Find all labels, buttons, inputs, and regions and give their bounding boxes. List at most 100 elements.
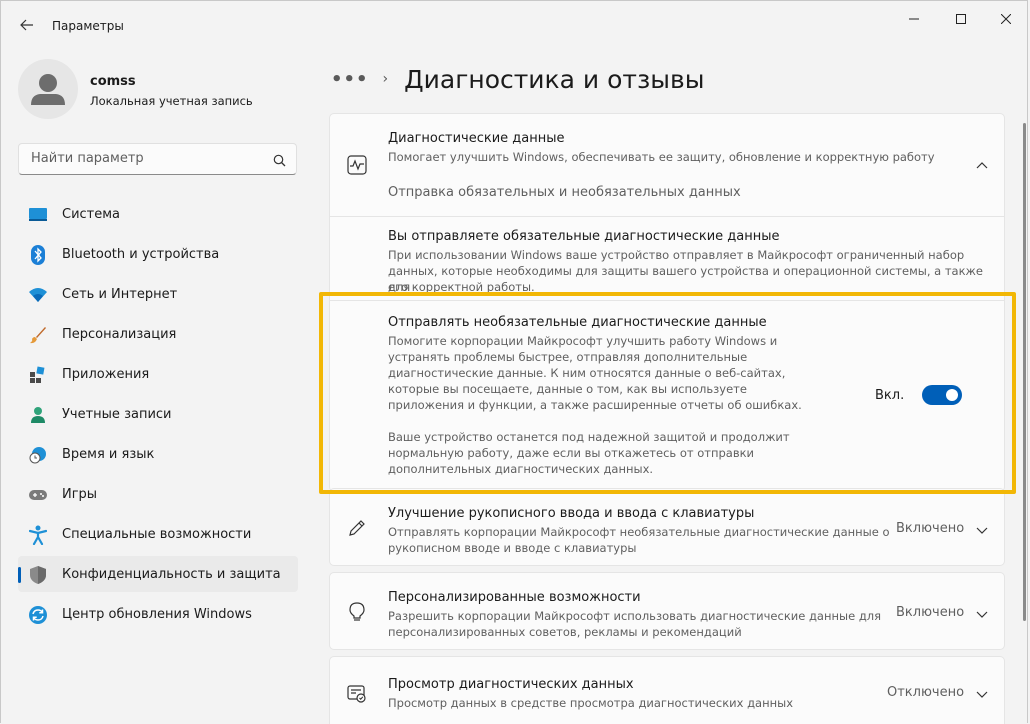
sidebar-item-label: Персонализация: [62, 327, 177, 342]
breadcrumb-overflow-button[interactable]: •••: [331, 69, 369, 90]
accessibility-icon: [28, 525, 48, 545]
account-icon: [28, 405, 48, 425]
brush-icon: [28, 325, 48, 345]
data-viewer-icon: [346, 683, 368, 705]
optional-data-toggle-label: Вкл.: [875, 388, 905, 403]
required-data-title: Вы отправляете обязательные диагностичес…: [388, 229, 780, 244]
apps-icon: [28, 365, 48, 385]
required-data-line: его корректной работы.: [388, 280, 535, 294]
viewer-status: Отключено: [887, 685, 965, 700]
optional-data-line: приложения и функции, а также расширенны…: [388, 398, 802, 412]
chevron-down-icon[interactable]: [974, 607, 990, 623]
optional-data-note-line: дополнительных диагностических данных.: [388, 462, 654, 476]
sidebar-item-windows-update[interactable]: Центр обновления Windows: [18, 596, 298, 632]
sidebar-item-personalization[interactable]: Персонализация: [18, 316, 298, 352]
optional-data-line: устранять проблемы быстрее, отправляя до…: [388, 350, 748, 364]
tailored-experiences-card[interactable]: Персонализированные возможности Разрешит…: [329, 572, 1005, 650]
sidebar-item-accessibility[interactable]: Специальные возможности: [18, 516, 298, 552]
wifi-icon: [28, 285, 48, 305]
tailored-description-line: Разрешить корпорации Майкрософт использо…: [388, 609, 882, 623]
pen-icon: [346, 517, 368, 539]
clock-globe-icon: [28, 445, 48, 465]
chevron-up-icon[interactable]: [974, 157, 990, 173]
minimize-button[interactable]: [891, 1, 937, 37]
minimize-icon: [909, 18, 919, 20]
tailored-status: Включено: [896, 605, 965, 620]
chevron-down-icon[interactable]: [974, 523, 990, 539]
update-icon: [28, 605, 48, 625]
optional-data-title: Отправлять необязательные диагностически…: [388, 315, 767, 330]
sidebar-item-gaming[interactable]: Игры: [18, 476, 298, 512]
tailored-description-line: персонализированных советов, рекламы и р…: [388, 625, 742, 639]
close-icon: [1001, 14, 1011, 24]
diagnostic-viewer-card[interactable]: Просмотр диагностических данных Просмотр…: [329, 656, 1005, 724]
sidebar-item-label: Bluetooth и устройства: [62, 247, 220, 262]
maximize-icon: [956, 14, 966, 24]
account-type: Локальная учетная запись: [90, 94, 253, 108]
handwriting-status: Включено: [896, 521, 965, 536]
divider: [330, 216, 1004, 217]
content-area: Диагностические данные Помогает улучшить…: [329, 113, 1005, 724]
sidebar-item-label: Время и язык: [62, 447, 155, 462]
search-box: [18, 143, 297, 175]
sidebar-item-label: Специальные возможности: [62, 527, 252, 542]
avatar[interactable]: [18, 59, 78, 119]
toggle-knob: [946, 389, 958, 401]
arrow-left-icon: [20, 19, 33, 31]
lightbulb-icon: [346, 601, 368, 623]
sidebar-item-bluetooth[interactable]: Bluetooth и устройства: [18, 236, 298, 272]
back-button[interactable]: [15, 13, 39, 37]
handwriting-description-line: Отправлять корпорации Майкрософт необяза…: [388, 525, 890, 539]
sidebar-item-label: Приложения: [62, 367, 150, 382]
diagnostic-data-description: Помогает улучшить Windows, обеспечивать …: [388, 150, 935, 164]
gamepad-icon: [28, 485, 48, 505]
diagnostic-data-header[interactable]: Диагностические данные Помогает улучшить…: [330, 114, 1004, 216]
system-icon: [28, 205, 48, 225]
sidebar-item-label: Центр обновления Windows: [62, 607, 252, 622]
divider: [330, 300, 1004, 301]
optional-data-note-line: Ваше устройство останется под надежной з…: [388, 430, 790, 444]
user-avatar-icon: [31, 74, 65, 105]
sidebar-item-apps[interactable]: Приложения: [18, 356, 298, 392]
optional-data-line: диагностические данные. К ним относятся …: [388, 366, 786, 380]
user-name: comss: [90, 74, 136, 89]
settings-window: Параметры comss Локальная учетная запись: [0, 0, 1028, 724]
sidebar-item-network[interactable]: Сеть и Интернет: [18, 276, 298, 312]
sidebar-item-system[interactable]: Система: [18, 196, 298, 232]
diagnostic-data-title: Диагностические данные: [388, 131, 565, 146]
diagnostic-data-summary: Отправка обязательных и необязательных д…: [388, 185, 741, 200]
sidebar-item-label: Конфиденциальность и защита: [62, 567, 281, 582]
search-icon[interactable]: [273, 152, 286, 171]
tailored-title: Персонализированные возможности: [388, 590, 641, 605]
diagnostic-data-card: Диагностические данные Помогает улучшить…: [329, 113, 1005, 492]
sidebar-item-accounts[interactable]: Учетные записи: [18, 396, 298, 432]
sidebar-item-time-language[interactable]: Время и язык: [18, 436, 298, 472]
breadcrumb-separator: ›: [382, 71, 389, 87]
optional-data-line: которые вы посещаете, данные о том, как …: [388, 382, 747, 396]
chevron-down-icon[interactable]: [974, 687, 990, 703]
breadcrumb: ••• › Диагностика и отзывы: [331, 61, 704, 97]
sidebar-item-label: Учетные записи: [62, 407, 172, 422]
handwriting-card[interactable]: Улучшение рукописного ввода и ввода с кл…: [329, 488, 1005, 566]
sidebar-item-privacy[interactable]: Конфиденциальность и защита: [18, 556, 298, 592]
app-title: Параметры: [52, 19, 124, 33]
sidebar-item-label: Игры: [62, 487, 98, 502]
handwriting-title: Улучшение рукописного ввода и ввода с кл…: [388, 506, 755, 521]
shield-icon: [28, 565, 48, 585]
close-button[interactable]: [983, 1, 1029, 37]
bluetooth-icon: [28, 245, 48, 265]
maximize-button[interactable]: [938, 1, 984, 37]
page-title: Диагностика и отзывы: [404, 64, 705, 94]
optional-data-note-line: нормальную работу, даже если вы откажете…: [388, 446, 755, 460]
sidebar-item-label: Система: [62, 207, 121, 222]
optional-data-line: Помогите корпорации Майкрософт улучшить …: [388, 334, 778, 348]
activity-icon: [346, 154, 368, 176]
viewer-description-line: Просмотр данных в средстве просмотра диа…: [388, 696, 794, 710]
viewer-title: Просмотр диагностических данных: [388, 677, 634, 692]
active-indicator: [18, 567, 21, 583]
title-bar: Параметры: [1, 1, 1027, 47]
scrollbar[interactable]: [1023, 123, 1026, 621]
search-input[interactable]: [29, 150, 263, 167]
sidebar-item-label: Сеть и Интернет: [62, 287, 178, 302]
optional-data-toggle[interactable]: [922, 385, 962, 405]
